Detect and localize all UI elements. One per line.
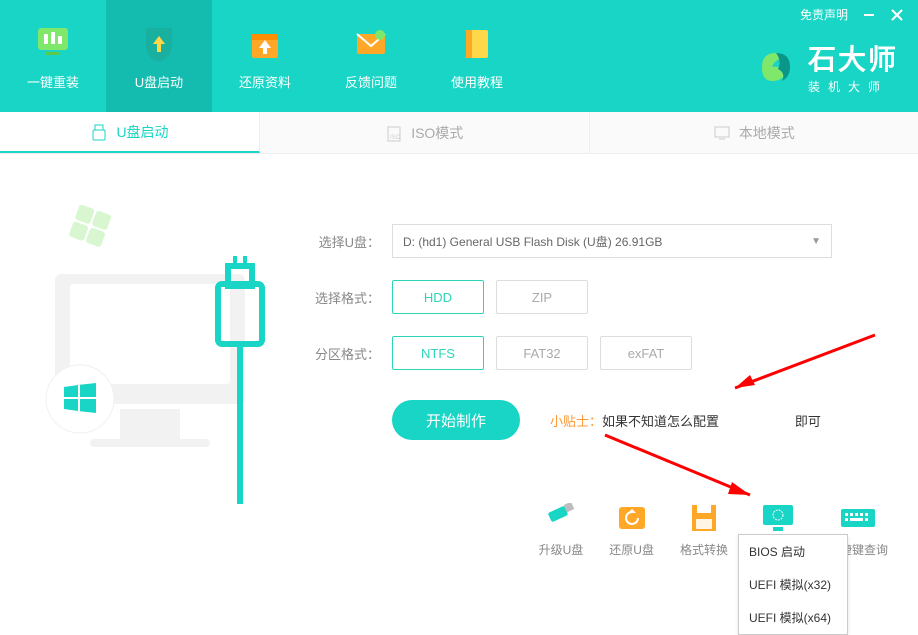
menu-item-bios[interactable]: BIOS 启动 (739, 535, 847, 568)
tip-text: 小贴士：如果不知道怎么配置 即可 (550, 411, 821, 430)
window-controls: 免责声明 (800, 6, 904, 23)
row-select-disk: 选择U盘： D: (hd1) General USB Flash Disk (U… (310, 224, 870, 258)
tip-body-b: 即可 (795, 414, 821, 429)
nav-label: U盘启动 (135, 72, 183, 91)
menu-item-uefi64[interactable]: UEFI 模拟(x64) (739, 601, 847, 634)
subtab-usb[interactable]: U盘启动 (0, 112, 260, 153)
brand-title: 石大师 (808, 38, 898, 78)
usb-up-icon (541, 501, 581, 535)
close-button[interactable] (890, 8, 904, 22)
subtab-label: U盘启动 (116, 122, 168, 142)
partition-option-ntfs[interactable]: NTFS (392, 336, 484, 370)
tool-upgrade[interactable]: 升级U盘 (539, 501, 584, 558)
subtab-iso[interactable]: ISO ISO模式 (260, 112, 590, 153)
brand: 石大师 装机大师 (752, 38, 898, 95)
nav-feedback[interactable]: 反馈问题 (318, 0, 424, 112)
floppy-icon (684, 501, 724, 535)
monitor-gear-icon (758, 501, 798, 535)
tip-prefix: 小贴士： (550, 414, 602, 429)
partition-option-exfat[interactable]: exFAT (600, 336, 692, 370)
nav: 一键重装 U盘启动 还原资料 反馈问题 使用教程 (0, 0, 530, 112)
subtab-label: ISO模式 (411, 123, 463, 143)
content: 选择U盘： D: (hd1) General USB Flash Disk (U… (0, 154, 918, 578)
subtabs: U盘启动 ISO ISO模式 本地模式 (0, 112, 918, 154)
menu-item-uefi32[interactable]: UEFI 模拟(x32) (739, 568, 847, 601)
box-up-icon (244, 22, 286, 64)
disk-select-value: D: (hd1) General USB Flash Disk (U盘) 26.… (403, 233, 662, 250)
nav-tutorial[interactable]: 使用教程 (424, 0, 530, 112)
simulate-boot-menu: BIOS 启动 UEFI 模拟(x32) UEFI 模拟(x64) (738, 534, 848, 635)
tool-label: 升级U盘 (539, 541, 584, 558)
nav-usb-boot[interactable]: U盘启动 (106, 0, 212, 112)
nav-restore[interactable]: 还原资料 (212, 0, 318, 112)
restore-icon (612, 501, 652, 535)
brand-logo-icon (752, 43, 800, 91)
brand-subtitle: 装机大师 (808, 78, 898, 95)
label-partition: 分区格式： (310, 344, 380, 363)
monitor-icon (32, 22, 74, 64)
format-option-hdd[interactable]: HDD (392, 280, 484, 314)
format-option-zip[interactable]: ZIP (496, 280, 588, 314)
svg-text:ISO: ISO (390, 135, 401, 141)
tool-label: 还原U盘 (609, 541, 654, 558)
partition-option-fat32[interactable]: FAT32 (496, 336, 588, 370)
label-select-disk: 选择U盘： (310, 232, 380, 251)
nav-label: 还原资料 (239, 72, 291, 91)
header: 一键重装 U盘启动 还原资料 反馈问题 使用教程 免责声明 (0, 0, 918, 112)
disclaimer-link[interactable]: 免责声明 (800, 6, 848, 23)
iso-icon: ISO (385, 124, 403, 142)
form: 选择U盘： D: (hd1) General USB Flash Disk (U… (310, 224, 870, 462)
book-icon (456, 22, 498, 64)
row-format: 选择格式： HDD ZIP (310, 280, 870, 314)
shield-icon (138, 22, 180, 64)
keyboard-icon (838, 501, 878, 535)
monitor-small-icon (713, 124, 731, 142)
start-button[interactable]: 开始制作 (392, 400, 520, 440)
row-partition: 分区格式： NTFS FAT32 exFAT (310, 336, 870, 370)
usb-icon (90, 123, 108, 141)
tool-restore[interactable]: 还原U盘 (609, 501, 654, 558)
nav-label: 一键重装 (27, 72, 79, 91)
disk-select[interactable]: D: (hd1) General USB Flash Disk (U盘) 26.… (392, 224, 832, 258)
tip-body-a: 如果不知道怎么配置 (602, 414, 719, 429)
tool-convert[interactable]: 格式转换 (680, 501, 728, 558)
subtab-local[interactable]: 本地模式 (590, 112, 918, 153)
chevron-down-icon: ▼ (811, 236, 821, 247)
minimize-button[interactable] (862, 8, 876, 22)
subtab-label: 本地模式 (739, 123, 795, 143)
nav-label: 反馈问题 (345, 72, 397, 91)
label-format: 选择格式： (310, 288, 380, 307)
decorative-art (20, 184, 280, 464)
row-action: 开始制作 小贴士：如果不知道怎么配置 即可 (310, 400, 870, 440)
mail-icon (350, 22, 392, 64)
nav-label: 使用教程 (451, 72, 503, 91)
nav-reinstall[interactable]: 一键重装 (0, 0, 106, 112)
tool-label: 格式转换 (680, 541, 728, 558)
